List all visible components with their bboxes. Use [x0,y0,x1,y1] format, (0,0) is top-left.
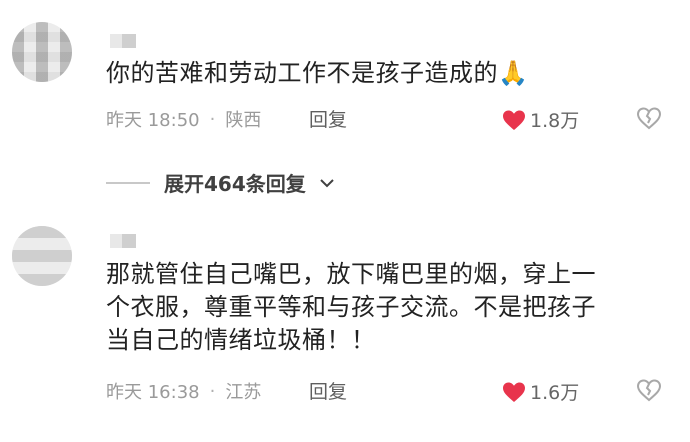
like-count: 1.6万 [530,382,580,404]
username-mosaic[interactable] [110,34,136,48]
expand-replies-button[interactable]: 展开464条回复 [106,168,334,197]
location: 陕西 [225,110,262,131]
reply-button[interactable]: 回复 [309,105,347,132]
expand-replies-label: 展开464条回复 [164,172,306,196]
location: 江苏 [225,382,262,403]
chevron-down-icon [320,178,334,187]
like-count: 1.8万 [530,110,580,132]
folded-hands-emoji: 🙏 [498,59,529,87]
reply-button[interactable]: 回复 [309,377,347,404]
separator-dot: · [209,380,216,402]
comment-body: 你的苦难和劳动工作不是孩子造成的 [106,59,498,87]
broken-heart-icon[interactable] [636,106,662,130]
comment-line: 那就管住自己嘴巴，放下嘴巴里的烟，穿上一 [106,260,596,288]
comment-meta: 昨天 18:50 · 陕西 [106,106,261,132]
heart-icon [503,110,525,130]
heart-icon [503,382,525,402]
comment-text: 你的苦难和劳动工作不是孩子造成的🙏 [106,57,528,90]
timestamp: 昨天 16:38 [106,382,200,403]
divider-line [106,181,150,184]
like-button[interactable]: 1.8万 [502,106,579,133]
username-mosaic[interactable] [110,234,136,248]
comment-meta: 昨天 16:38 · 江苏 [106,378,261,404]
avatar[interactable] [12,22,72,82]
broken-heart-icon[interactable] [636,378,662,402]
separator-dot: · [209,108,216,130]
comment-line: 个衣服，尊重平等和与孩子交流。不是把孩子 [106,293,596,321]
like-button[interactable]: 1.6万 [502,378,579,405]
avatar[interactable] [12,226,72,286]
comment-line: 当自己的情绪垃圾桶！！ [106,326,376,354]
timestamp: 昨天 18:50 [106,110,200,131]
comment-text: 那就管住自己嘴巴，放下嘴巴里的烟，穿上一 个衣服，尊重平等和与孩子交流。不是把孩… [106,258,596,357]
